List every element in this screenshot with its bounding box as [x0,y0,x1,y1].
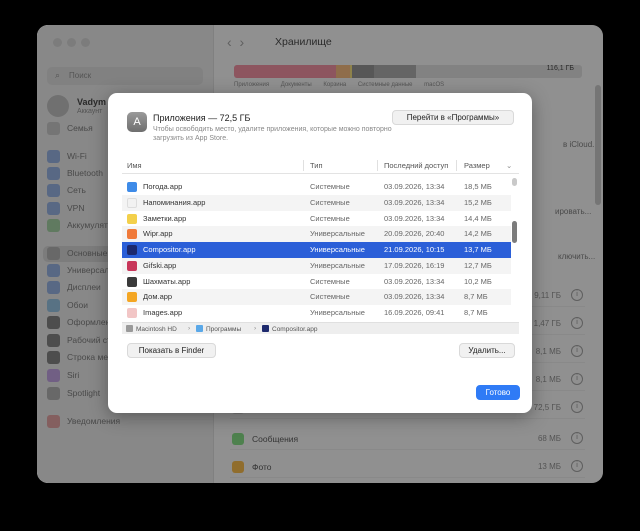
app-name: Дом.app [143,292,173,302]
sheet-title: Приложения — 72,5 ГБ [153,113,251,123]
table-row[interactable]: Gifski.app Универсальные 17.09.2026, 16:19… [122,257,511,274]
applications-sheet: A Приложения — 72,5 ГБ Чтобы освободить … [108,93,532,413]
app-name: Погода.app [143,182,183,191]
column-size[interactable]: Размер [464,161,490,170]
app-size: 15,2 МБ [464,197,492,207]
app-name: Images.app [143,308,183,317]
app-type: Универсальные [310,245,365,254]
path-bar: Macintosh HD › Программы › Compositor.ap… [122,322,519,334]
app-last-access: 20.09.2026, 20:40 [384,229,445,239]
table-row[interactable]: Напоминания.app Системные 03.09.2026, 13:3… [122,194,511,211]
column-name[interactable]: Имя [127,161,142,170]
sort-chevron-down-icon[interactable]: ⌄ [506,161,512,170]
app-icon [127,182,137,192]
chevron-right-icon: › [188,325,191,332]
table-row[interactable]: Wipr.app Универсальные 20.09.2026, 20:40 14… [122,226,511,242]
disk-icon [126,325,133,332]
table-row[interactable]: Погода.app Системные 03.09.2026, 13:34 18,5… [122,179,511,195]
table-row[interactable]: Compositor.app Универсальные 21.09.2026, 1… [122,242,511,258]
app-type: Системные [310,213,350,223]
app-last-access: 21.09.2026, 10:15 [384,245,445,254]
app-icon [127,245,137,255]
app-icon [127,213,137,224]
app-size: 18,5 МБ [464,182,492,191]
app-name: Напоминания.app [143,197,206,207]
table-scrollbar-track [512,178,517,186]
app-last-access: 17.09.2026, 16:19 [384,260,445,270]
compositor-icon [262,325,269,332]
app-last-access: 03.09.2026, 13:34 [384,292,445,302]
folder-icon [196,325,203,332]
app-size: 12,7 МБ [464,260,492,270]
app-type: Универсальные [310,229,365,239]
app-name: Compositor.app [143,245,196,254]
app-type: Универсальные [310,260,365,270]
app-icon [127,260,137,271]
apps-table: Погода.app Системные 03.09.2026, 13:34 18,5… [122,178,511,322]
table-header: Имя Тип Последний доступ Размер ⌄ [122,157,519,174]
column-type[interactable]: Тип [310,161,323,170]
table-scrollbar-thumb[interactable] [512,221,517,243]
delete-button[interactable]: Удалить... [459,343,515,358]
app-icon [127,308,137,318]
table-row[interactable]: Дом.app Системные 03.09.2026, 13:34 8,7 МБ [122,289,511,305]
path-item-disk[interactable]: Macintosh HD [126,325,177,333]
app-type: Системные [310,292,350,302]
app-type: Системные [310,182,350,191]
table-row[interactable]: Шахматы.app Системные 03.09.2026, 13:34 10,… [122,274,511,290]
app-size: 8,7 МБ [464,308,488,317]
app-type: Системные [310,197,350,207]
app-last-access: 03.09.2026, 13:34 [384,276,445,286]
app-name: Wipr.app [143,229,173,239]
sheet-description: Чтобы освободить место, удалите приложен… [153,126,392,142]
app-icon [127,229,137,240]
app-last-access: 03.09.2026, 13:34 [384,182,445,191]
app-last-access: 03.09.2026, 13:34 [384,197,445,207]
app-icon [127,276,137,287]
app-store-icon: A [127,112,147,132]
app-size: 14,4 МБ [464,213,492,223]
column-last-access[interactable]: Последний доступ [384,161,448,170]
app-size: 8,7 МБ [464,292,488,302]
app-icon [127,292,137,303]
done-button[interactable]: Готово [476,385,520,400]
app-name: Gifski.app [143,260,177,270]
open-applications-button[interactable]: Перейти в «Программы» [392,110,514,125]
app-icon [127,197,137,208]
app-type: Универсальные [310,308,365,317]
app-size: 13,7 МБ [464,245,492,254]
show-in-finder-button[interactable]: Показать в Finder [127,343,216,358]
app-name: Заметки.app [143,213,187,223]
app-last-access: 16.09.2026, 09:41 [384,308,445,317]
path-item-app[interactable]: Compositor.app [262,325,318,333]
chevron-right-icon: › [254,325,257,332]
app-name: Шахматы.app [143,276,191,286]
table-row[interactable]: Images.app Универсальные 16.09.2026, 09:41… [122,305,511,321]
app-size: 14,2 МБ [464,229,492,239]
app-type: Системные [310,276,350,286]
table-row[interactable]: Заметки.app Системные 03.09.2026, 13:34 14,… [122,211,511,227]
app-size: 10,2 МБ [464,276,492,286]
path-item-applications[interactable]: Программы [196,325,241,333]
app-last-access: 03.09.2026, 13:34 [384,213,445,223]
